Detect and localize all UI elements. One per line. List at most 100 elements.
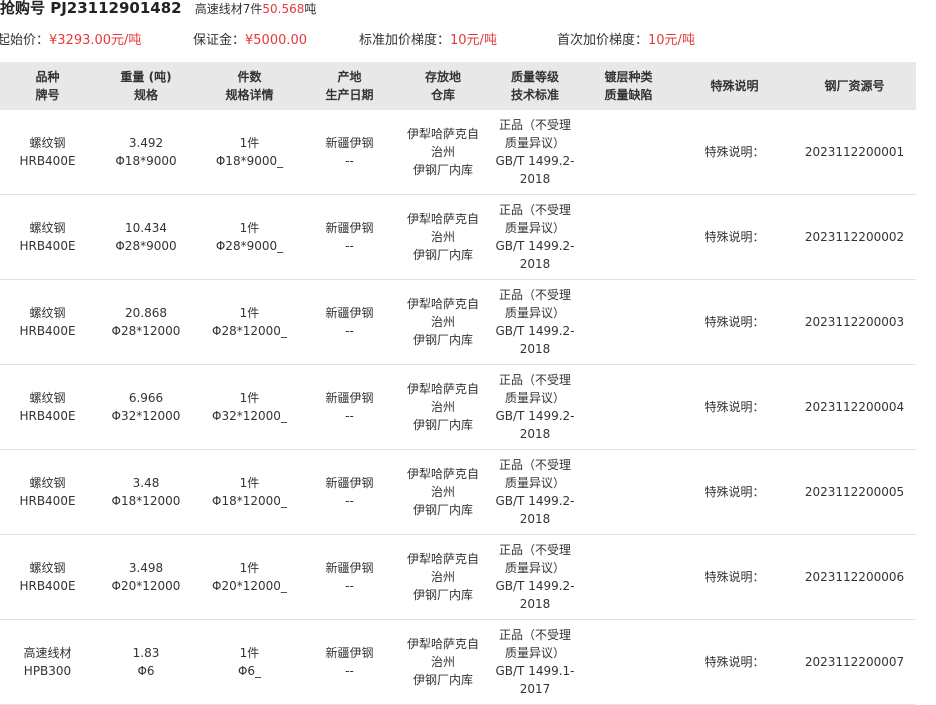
quality-text: 正品（不受理 <box>498 118 571 132</box>
col-storage: 存放地 仓库 <box>397 62 489 110</box>
special-note-cell: 特殊说明： <box>676 110 793 195</box>
production-date-text: -- <box>345 579 354 593</box>
variety-cell: 螺纹钢 HRB400E <box>0 194 95 280</box>
first-increment: 首次加价梯度：10元/吨 <box>557 29 695 48</box>
quality-text: 正品（不受理 <box>498 288 571 302</box>
storage-text: 治州 <box>430 655 455 669</box>
quality-text: 质量异议） <box>504 391 565 405</box>
quality-text: 质量异议） <box>504 476 565 490</box>
resource-number-text: 2023112200004 <box>804 400 905 414</box>
deposit-label: 保证金： <box>193 33 246 48</box>
resource-number-text: 2023112200001 <box>804 145 905 159</box>
resource-number-cell: 2023112200002 <box>793 194 916 280</box>
warehouse-text: 伊钢厂内库 <box>412 163 473 177</box>
standard-text: GB/T 1499.2- <box>495 324 575 338</box>
coating-cell <box>581 619 676 705</box>
quality-cell: 正品（不受理 质量异议） GB/T 1499.2- 2018 <box>489 449 581 535</box>
spec-text: Φ18*9000 <box>115 154 177 168</box>
storage-text: 伊犁哈萨克自 <box>406 467 479 481</box>
warehouse-text: 伊钢厂内库 <box>412 418 473 432</box>
variety-text: 螺纹钢 <box>29 306 66 320</box>
storage-text: 伊犁哈萨克自 <box>406 552 479 566</box>
col-special: 特殊说明 <box>676 62 793 110</box>
storage-cell: 伊犁哈萨克自 治州 伊钢厂内库 <box>397 194 489 280</box>
spec-detail-text: Φ32*12000_ <box>212 409 287 423</box>
table-row: 螺纹钢 HRB400E 3.48 Φ18*12000 1件 Φ18*12000_ 新疆伊钢 -… <box>0 449 916 535</box>
auction-summary: 高速线材7件50.568吨 <box>195 2 317 16</box>
variety-text: 螺纹钢 <box>29 476 66 490</box>
origin-cell: 新疆伊钢 -- <box>302 364 397 450</box>
weight-text: 20.868 <box>125 306 167 320</box>
resource-number-text: 2023112200007 <box>804 655 905 669</box>
quality-text: 质量异议） <box>504 561 565 575</box>
standard-text: GB/T 1499.2- <box>495 579 575 593</box>
standard-text: GB/T 1499.2- <box>495 154 575 168</box>
coating-cell <box>581 364 676 450</box>
table-row: 螺纹钢 HRB400E 20.868 Φ28*12000 1件 Φ28*12000_ 新疆伊… <box>0 279 916 365</box>
quality-text: 正品（不受理 <box>498 543 571 557</box>
count-cell: 1件 Φ28*12000_ <box>197 279 302 365</box>
weight-cell: 6.966 Φ32*12000 <box>95 364 197 450</box>
count-cell: 1件 Φ18*9000_ <box>197 110 302 195</box>
storage-text: 伊犁哈萨克自 <box>406 297 479 311</box>
storage-cell: 伊犁哈萨克自 治州 伊钢厂内库 <box>397 364 489 450</box>
origin-cell: 新疆伊钢 -- <box>302 449 397 535</box>
spec-text: Φ20*12000 <box>111 579 181 593</box>
resource-number-text: 2023112200002 <box>804 230 905 244</box>
storage-text: 伊犁哈萨克自 <box>406 127 479 141</box>
resource-number-cell: 2023112200004 <box>793 364 916 450</box>
coating-cell <box>581 194 676 280</box>
std-increment-value: 10元/吨 <box>450 33 497 48</box>
count-cell: 1件 Φ18*12000_ <box>197 449 302 535</box>
quality-text: 正品（不受理 <box>498 203 571 217</box>
warehouse-text: 伊钢厂内库 <box>412 248 473 262</box>
start-price-value: ¥3293.00元/吨 <box>49 33 142 48</box>
spec-detail-text: Φ28*12000_ <box>212 324 287 338</box>
quality-cell: 正品（不受理 质量异议） GB/T 1499.1- 2017 <box>489 619 581 705</box>
start-price-label: 起始价： <box>0 33 50 48</box>
col-resource: 钢厂资源号 <box>793 62 916 110</box>
special-note-cell: 特殊说明： <box>676 194 793 280</box>
quality-cell: 正品（不受理 质量异议） GB/T 1499.2- 2018 <box>489 194 581 280</box>
warehouse-text: 伊钢厂内库 <box>412 503 473 517</box>
quality-cell: 正品（不受理 质量异议） GB/T 1499.2- 2018 <box>489 110 581 195</box>
start-price: 起始价：¥3293.00元/吨 <box>0 29 141 48</box>
col-origin: 产地 生产日期 <box>302 62 397 110</box>
count-text: 1件 <box>239 306 260 320</box>
table-row: 螺纹钢 HRB400E 6.966 Φ32*12000 1件 Φ32*12000_ 新疆伊钢… <box>0 364 916 450</box>
quality-text: 正品（不受理 <box>498 373 571 387</box>
variety-cell: 螺纹钢 HRB400E <box>0 110 95 195</box>
grade-text: HRB400E <box>19 579 76 593</box>
origin-cell: 新疆伊钢 -- <box>302 279 397 365</box>
storage-cell: 伊犁哈萨克自 治州 伊钢厂内库 <box>397 279 489 365</box>
origin-text: 新疆伊钢 <box>325 646 374 660</box>
count-cell: 1件 Φ20*12000_ <box>197 534 302 620</box>
special-note-text: 特殊说明： <box>704 230 765 244</box>
quality-text: 质量异议） <box>504 646 565 660</box>
storage-cell: 伊犁哈萨克自 治州 伊钢厂内库 <box>397 619 489 705</box>
variety-text: 高速线材 <box>23 646 72 660</box>
weight-text: 6.966 <box>128 391 164 405</box>
table-row: 螺纹钢 HRB400E 3.492 Φ18*9000 1件 Φ18*9000_ 新疆伊钢 --… <box>0 110 916 195</box>
summary-name: 高速线材 <box>194 2 243 16</box>
special-note-cell: 特殊说明： <box>676 619 793 705</box>
weight-text: 10.434 <box>125 221 167 235</box>
resource-number-cell: 2023112200001 <box>793 110 916 195</box>
quality-cell: 正品（不受理 质量异议） GB/T 1499.2- 2018 <box>489 279 581 365</box>
grade-text: HRB400E <box>19 324 76 338</box>
special-note-cell: 特殊说明： <box>676 449 793 535</box>
resource-number-text: 2023112200003 <box>804 315 905 329</box>
resource-number-cell: 2023112200006 <box>793 534 916 620</box>
grade-text: HPB300 <box>23 664 72 678</box>
col-coating: 镀层种类 质量缺陷 <box>581 62 676 110</box>
variety-text: 螺纹钢 <box>29 561 66 575</box>
spec-text: Φ28*12000 <box>111 324 181 338</box>
production-date-text: -- <box>345 324 354 338</box>
weight-cell: 20.868 Φ28*12000 <box>95 279 197 365</box>
special-note-text: 特殊说明： <box>704 655 765 669</box>
production-date-text: -- <box>345 664 354 678</box>
quality-cell: 正品（不受理 质量异议） GB/T 1499.2- 2018 <box>489 364 581 450</box>
storage-cell: 伊犁哈萨克自 治州 伊钢厂内库 <box>397 534 489 620</box>
spec-text: Φ28*9000 <box>115 239 177 253</box>
spec-detail-text: Φ6_ <box>237 664 262 678</box>
